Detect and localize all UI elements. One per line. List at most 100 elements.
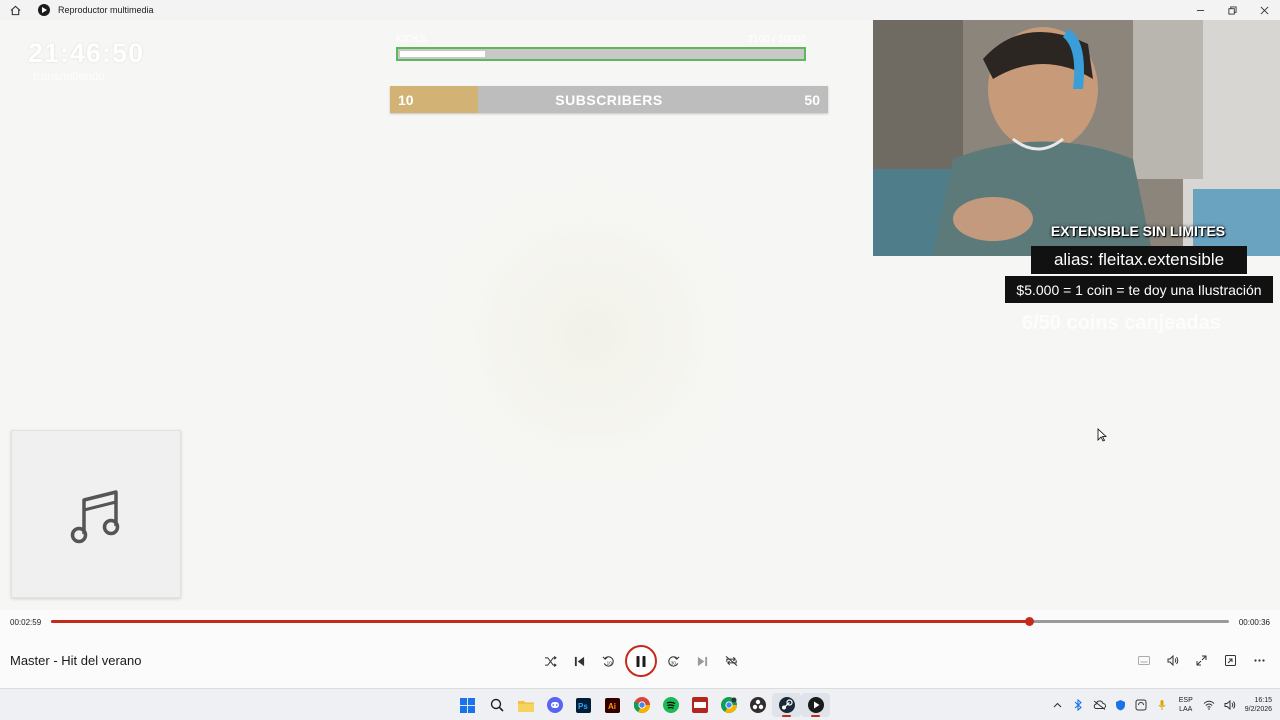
bluetooth-icon bbox=[1074, 699, 1083, 711]
chrome-profile-icon bbox=[720, 697, 737, 713]
background-logo bbox=[420, 170, 760, 500]
expand-icon bbox=[1196, 655, 1207, 665]
kicks-count: 2100 / 10000 bbox=[747, 34, 806, 45]
defender-tray-icon[interactable] bbox=[1110, 695, 1131, 715]
file-explorer-button[interactable] bbox=[511, 693, 540, 717]
photoshop-button[interactable]: Ps bbox=[569, 693, 598, 717]
illustrator-icon: Ai bbox=[605, 697, 620, 713]
shuffle-icon bbox=[545, 655, 557, 667]
volume-button[interactable] bbox=[1158, 650, 1187, 670]
overlay-title: EXTENSIBLE SIN LIMITES bbox=[1050, 223, 1226, 239]
kicks-progress-fill bbox=[400, 51, 486, 57]
windows-icon bbox=[460, 697, 475, 713]
more-options-button[interactable] bbox=[1245, 650, 1274, 670]
network-off-tray-icon[interactable] bbox=[1089, 695, 1110, 715]
webcam-feed bbox=[873, 20, 1280, 256]
media-player-button[interactable] bbox=[801, 693, 830, 717]
obs-icon bbox=[749, 697, 766, 713]
pause-button[interactable] bbox=[625, 645, 657, 677]
forward-30-button[interactable]: 30 bbox=[659, 647, 688, 676]
previous-icon bbox=[574, 656, 585, 666]
fullscreen-button[interactable] bbox=[1187, 650, 1216, 670]
clock-date[interactable]: 16:15 9/2/2026 bbox=[1245, 696, 1272, 714]
discord-button[interactable] bbox=[540, 693, 569, 717]
seek-bar-fill bbox=[51, 620, 1029, 623]
player-controls: 00:02:59 00:00:36 Master - Hit del veran… bbox=[0, 610, 1280, 688]
wifi-icon bbox=[1203, 700, 1215, 710]
shuffle-button[interactable] bbox=[536, 647, 565, 676]
media-player-taskbar-icon bbox=[807, 697, 824, 713]
system-date: 9/2/2026 bbox=[1244, 706, 1272, 713]
chrome-icon bbox=[633, 697, 650, 713]
keyboard-layout: LAA bbox=[1179, 706, 1193, 713]
spotify-button[interactable] bbox=[656, 693, 685, 717]
chrome-button[interactable] bbox=[627, 693, 656, 717]
app-tray-icon[interactable] bbox=[1131, 695, 1152, 715]
home-icon[interactable] bbox=[0, 0, 30, 20]
illustrator-button[interactable]: Ai bbox=[598, 693, 627, 717]
title-bar: Reproductor multimedia bbox=[0, 0, 1280, 20]
rewind-10-icon: 10 bbox=[602, 655, 614, 667]
spotify-icon bbox=[662, 697, 679, 713]
volume-icon bbox=[1167, 654, 1178, 666]
chrome-profile-button[interactable] bbox=[714, 693, 743, 717]
svg-text:Ai: Ai bbox=[608, 702, 616, 711]
system-time: 16:15 bbox=[1254, 697, 1272, 704]
stream-clock: 21:46:50 bbox=[28, 38, 145, 68]
video-app-button[interactable] bbox=[685, 693, 714, 717]
alias-label: alias: fleitax.extensible bbox=[1031, 246, 1247, 274]
steam-button[interactable] bbox=[772, 693, 801, 717]
subscribers-goal-bar: 10 SUBSCRIBERS 50 bbox=[390, 86, 828, 113]
time-elapsed: 00:02:59 bbox=[10, 618, 42, 627]
rewind-10-button[interactable]: 10 bbox=[594, 647, 623, 676]
restore-button[interactable] bbox=[1216, 0, 1248, 20]
bluetooth-tray-icon[interactable] bbox=[1068, 695, 1089, 715]
shield-icon bbox=[1115, 700, 1125, 711]
show-hidden-icons-button[interactable] bbox=[1047, 695, 1068, 715]
coins-counter: 6/50 coins canjeadas bbox=[1022, 312, 1222, 334]
repeat-off-icon bbox=[725, 655, 738, 667]
album-art bbox=[11, 430, 181, 598]
next-icon bbox=[697, 656, 708, 666]
input-language[interactable]: ESP LAA bbox=[1179, 696, 1193, 714]
music-note-icon bbox=[70, 490, 120, 544]
taskbar: Ps Ai ESP LAA 16:15 9/2/2026 bbox=[0, 688, 1280, 720]
media-player-icon bbox=[38, 4, 50, 16]
time-remaining: 00:00:36 bbox=[1238, 618, 1270, 627]
repeat-button[interactable] bbox=[717, 647, 746, 676]
captions-icon bbox=[1137, 655, 1150, 665]
kicks-label: KICKS bbox=[396, 34, 427, 45]
track-title: Master - Hit del verano bbox=[10, 653, 142, 668]
svg-text:Ps: Ps bbox=[578, 702, 588, 711]
mini-player-button[interactable] bbox=[1216, 650, 1245, 670]
microphone-tray-icon[interactable] bbox=[1152, 695, 1173, 715]
next-button[interactable] bbox=[688, 647, 717, 676]
start-button[interactable] bbox=[453, 693, 482, 717]
captions-button[interactable] bbox=[1129, 650, 1158, 670]
wifi-tray-icon[interactable] bbox=[1199, 695, 1220, 715]
previous-button[interactable] bbox=[565, 647, 594, 676]
cloud-off-icon bbox=[1093, 700, 1106, 710]
video-area[interactable]: 21:46:50 transmitiendo KICKS 2100 / 1000… bbox=[0, 20, 1280, 610]
close-button[interactable] bbox=[1248, 0, 1280, 20]
sync-icon bbox=[1135, 699, 1147, 711]
video-app-icon bbox=[691, 697, 708, 713]
price-label: $5.000 = 1 coin = te doy una Ilustración bbox=[1005, 276, 1273, 303]
minimize-button[interactable] bbox=[1184, 0, 1216, 20]
search-button[interactable] bbox=[482, 693, 511, 717]
pause-icon bbox=[636, 655, 646, 667]
search-icon bbox=[490, 698, 504, 712]
volume-tray-icon[interactable] bbox=[1220, 695, 1241, 715]
svg-text:10: 10 bbox=[607, 660, 613, 665]
steam-icon bbox=[778, 697, 795, 713]
photoshop-icon: Ps bbox=[576, 697, 591, 713]
seek-bar-thumb[interactable] bbox=[1024, 617, 1034, 626]
stream-clock-subtitle: transmitiendo bbox=[33, 69, 106, 83]
microphone-icon bbox=[1158, 700, 1166, 710]
kicks-goal-bar: KICKS 2100 / 10000 bbox=[396, 34, 806, 61]
mini-player-icon bbox=[1225, 654, 1236, 666]
language-code: ESP bbox=[1178, 697, 1193, 704]
folder-icon bbox=[517, 700, 534, 712]
seek-bar[interactable] bbox=[51, 617, 1229, 626]
obs-button[interactable] bbox=[743, 693, 772, 717]
